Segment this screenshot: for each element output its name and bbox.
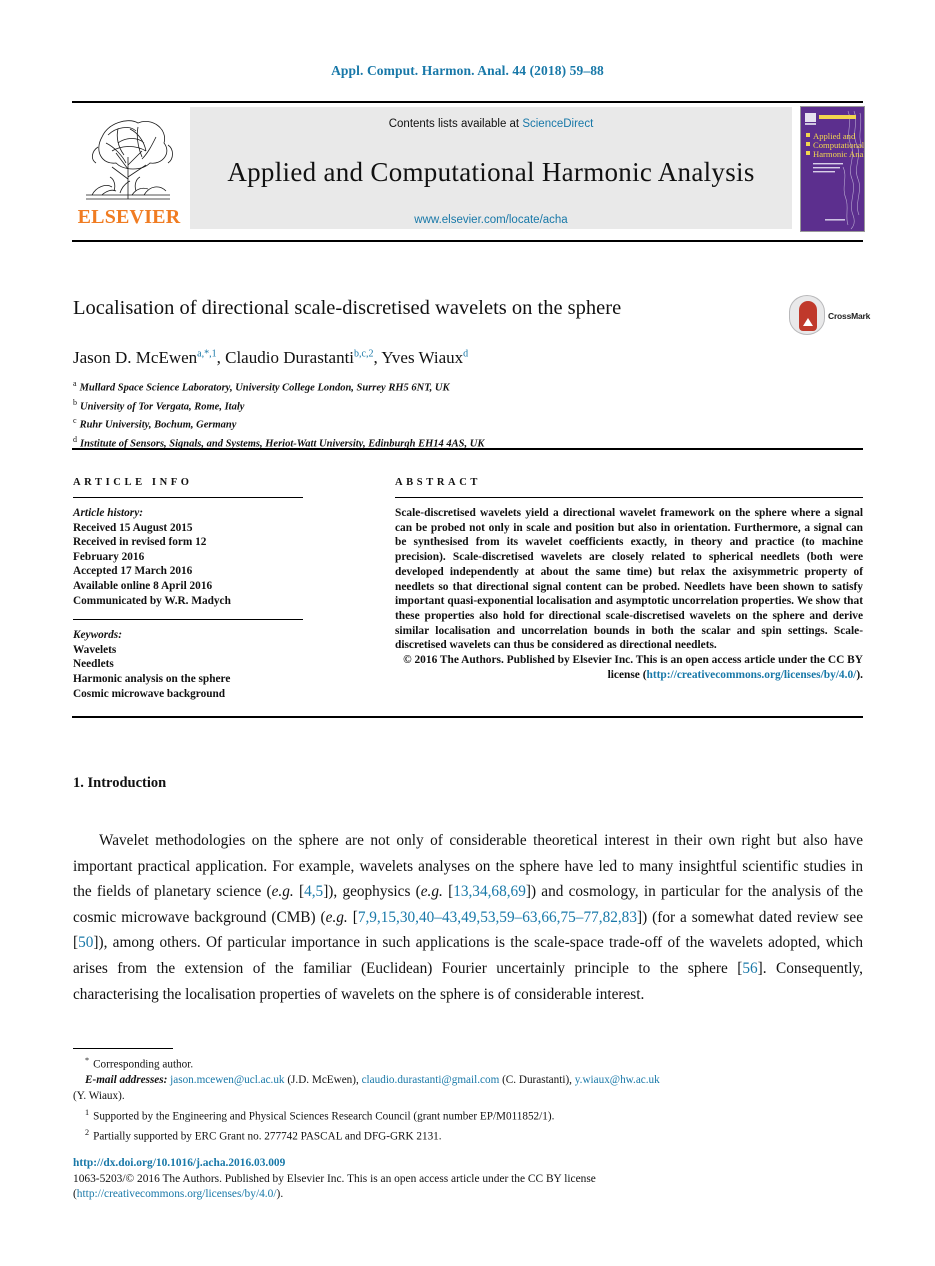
abstract-divider bbox=[395, 497, 863, 498]
page-title: Localisation of directional scale-discre… bbox=[73, 297, 622, 319]
crossmark-badge[interactable]: CrossMark bbox=[789, 295, 870, 335]
affiliation-marker: d bbox=[73, 434, 77, 444]
abstract-body: Scale-discretised wavelets yield a direc… bbox=[395, 507, 863, 652]
history-line: Accepted 17 March 2016 bbox=[73, 565, 193, 578]
affiliation-item: b University of Tor Vergata, Rome, Italy bbox=[73, 396, 863, 415]
article-history-label: Article history: bbox=[73, 507, 143, 519]
license-line: (http://creativecommons.org/licenses/by/… bbox=[73, 1187, 863, 1203]
affiliation-text: University of Tor Vergata, Rome, Italy bbox=[80, 401, 245, 412]
keyword-item: Needlets bbox=[73, 658, 114, 671]
keywords-divider bbox=[73, 619, 303, 621]
footnote-note-2: 2 Partially supported by ERC Grant no. 27… bbox=[73, 1125, 863, 1145]
affiliation-text: Ruhr University, Bochum, Germany bbox=[79, 419, 237, 431]
affiliation-marker: a bbox=[73, 379, 77, 388]
email-link-durastanti[interactable]: claudio.durastanti@gmail.com bbox=[362, 1074, 500, 1086]
license-link[interactable]: http://creativecommons.org/licenses/by/4… bbox=[77, 1188, 277, 1200]
footnote-note-1: 1 Supported by the Engineering and Physic… bbox=[73, 1105, 863, 1125]
top-rule bbox=[72, 101, 863, 103]
sciencedirect-link[interactable]: ScienceDirect bbox=[522, 118, 593, 130]
history-line: Communicated by W.R. Madych bbox=[73, 594, 231, 607]
footnote-marker-asterisk: * bbox=[85, 1056, 90, 1065]
copyright-suffix: ). bbox=[856, 668, 863, 681]
info-top-rule bbox=[72, 448, 863, 450]
elsevier-tree-logo: ELSEVIER bbox=[72, 107, 184, 229]
crossmark-icon bbox=[789, 295, 825, 335]
contents-prefix: Contents lists available at bbox=[388, 118, 523, 130]
cc-license-link[interactable]: http://creativecommons.org/licenses/by/4… bbox=[646, 669, 856, 681]
journal-homepage-link[interactable]: www.elsevier.com/locate/acha bbox=[190, 214, 792, 226]
affiliation-item: a Mullard Space Science Laboratory, Unive… bbox=[73, 377, 863, 396]
affiliation-text: Mullard Space Science Laboratory, Univer… bbox=[79, 382, 450, 394]
introduction-paragraph: Wavelet methodologies on the sphere are … bbox=[73, 832, 863, 1003]
author-list: Jason D. McEwena,*,1, Claudio Durastanti… bbox=[73, 348, 469, 367]
doi-and-license-block: http://dx.doi.org/10.1016/j.acha.2016.03… bbox=[73, 1156, 863, 1203]
keywords-label: Keywords: bbox=[73, 629, 122, 642]
abstract-copyright: © 2016 The Authors. Published by Elsevie… bbox=[395, 653, 863, 682]
footnote-note-1-text: Supported by the Engineering and Physica… bbox=[93, 1110, 555, 1123]
svg-text:Harmonic Analysis: Harmonic Analysis bbox=[813, 149, 864, 159]
email-link-mcewen[interactable]: jason.mcewen@ucl.ac.uk bbox=[170, 1074, 284, 1086]
email-addresses-label: E-mail addresses: bbox=[85, 1074, 168, 1087]
keyword-item: Cosmic microwave background bbox=[73, 687, 226, 700]
history-line: Received 15 August 2015 bbox=[73, 521, 193, 534]
contents-available-line: Contents lists available at ScienceDirec… bbox=[190, 118, 792, 130]
keyword-item: Wavelets bbox=[73, 643, 117, 656]
crossmark-arrow-icon bbox=[803, 318, 813, 326]
abstract-heading: ABSTRACT bbox=[395, 477, 481, 488]
masthead-bottom-rule bbox=[72, 240, 863, 242]
journal-masthead: ELSEVIER Contents lists available at Sci… bbox=[72, 106, 865, 232]
issn-copyright-line: 1063-5203/© 2016 The Authors. Published … bbox=[73, 1172, 596, 1185]
history-line: February 2016 bbox=[73, 550, 145, 563]
footnote-marker-2: 2 bbox=[85, 1127, 90, 1137]
footnote-block: * Corresponding author. E-mail addresses:… bbox=[73, 1053, 863, 1145]
keyword-item: Harmonic analysis on the sphere bbox=[73, 672, 231, 685]
journal-title: Applied and Computational Harmonic Analy… bbox=[227, 157, 755, 187]
footnote-email-tail: (Y. Wiaux). bbox=[73, 1089, 125, 1102]
article-info-divider bbox=[73, 497, 303, 498]
elsevier-wordmark: ELSEVIER bbox=[77, 206, 181, 228]
running-head: Appl. Comput. Harmon. Anal. 44 (2018) 59… bbox=[331, 63, 604, 78]
email-owner-mcewen: (J.D. McEwen), bbox=[287, 1074, 359, 1087]
history-line: Received in revised form 12 bbox=[73, 536, 207, 549]
email-owner-durastanti: (C. Durastanti), bbox=[502, 1074, 572, 1087]
footnote-emails: E-mail addresses: jason.mcewen@ucl.ac.uk… bbox=[73, 1073, 863, 1089]
license-close-paren: ). bbox=[276, 1188, 284, 1200]
article-history-block: Article history: Received 15 August 2015… bbox=[73, 506, 303, 608]
footnote-corresponding-text: Corresponding author. bbox=[93, 1058, 194, 1071]
abstract-column: ABSTRACT Scale-discretised wavelets yiel… bbox=[395, 477, 863, 682]
keywords-block: Keywords: Wavelets Needlets Harmonic ana… bbox=[73, 628, 303, 701]
footnote-rule bbox=[73, 1048, 173, 1049]
footnote-marker-1: 1 bbox=[85, 1107, 90, 1117]
affiliation-marker: b bbox=[73, 397, 77, 407]
doi-link[interactable]: http://dx.doi.org/10.1016/j.acha.2016.03… bbox=[73, 1156, 863, 1172]
section-heading-introduction: 1. Introduction bbox=[73, 775, 167, 791]
history-line: Available online 8 April 2016 bbox=[73, 579, 213, 592]
crossmark-label: CrossMark bbox=[828, 311, 871, 321]
affiliation-item: c Ruhr University, Bochum, Germany bbox=[73, 414, 863, 433]
affiliation-list: a Mullard Space Science Laboratory, Unive… bbox=[73, 377, 863, 451]
footnote-note-2-text: Partially supported by ERC Grant no. 277… bbox=[93, 1130, 442, 1143]
masthead-center-box: Contents lists available at ScienceDirec… bbox=[190, 107, 792, 229]
email-link-wiaux[interactable]: y.wiaux@hw.ac.uk bbox=[575, 1074, 660, 1086]
crossmark-shield-icon bbox=[799, 301, 817, 331]
footnote-corresponding: * Corresponding author. bbox=[73, 1053, 863, 1073]
article-info-column: ARTICLE INFO Article history: Received 1… bbox=[73, 477, 303, 701]
article-info-heading: ARTICLE INFO bbox=[73, 477, 193, 488]
affiliation-marker: c bbox=[73, 416, 77, 425]
journal-cover-thumbnail: Applied and Computational Harmonic Analy… bbox=[800, 106, 865, 232]
journal-article-page: Appl. Comput. Harmon. Anal. 44 (2018) 59… bbox=[0, 0, 935, 1266]
abstract-bottom-rule bbox=[72, 716, 863, 718]
